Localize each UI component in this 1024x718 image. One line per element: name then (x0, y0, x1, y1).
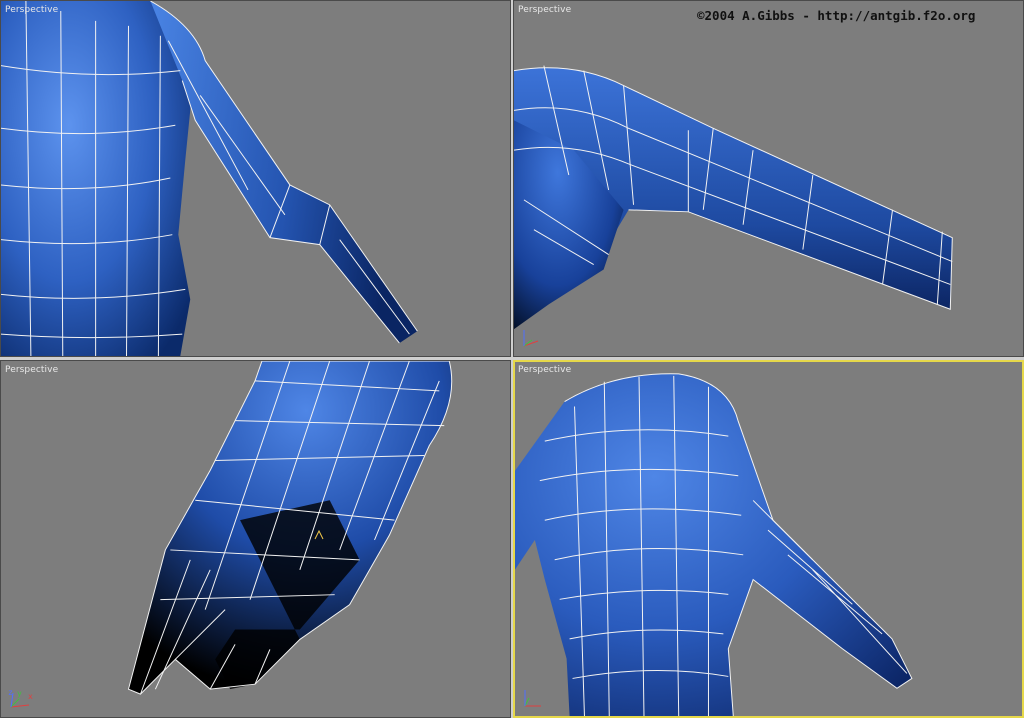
mesh-back-view[interactable] (515, 362, 1022, 716)
axis-x-label: x (28, 692, 33, 701)
mesh-top-down-body[interactable] (1, 361, 510, 717)
viewport-label[interactable]: Perspective (518, 5, 571, 15)
viewport-bottom-right-active[interactable]: Perspective (513, 360, 1024, 718)
mesh-shoulder-arm[interactable] (514, 1, 1023, 356)
viewport-layout: ©2004 A.Gibbs - http://antgib.f2o.org Pe… (0, 0, 1024, 718)
viewport-top-left[interactable]: Perspective (0, 0, 511, 357)
viewport-label[interactable]: Perspective (518, 365, 571, 375)
viewport-label[interactable]: Perspective (5, 365, 58, 375)
mesh-torso-arm[interactable] (1, 1, 510, 356)
axis-z-label: z (8, 688, 13, 697)
viewport-label[interactable]: Perspective (5, 5, 58, 15)
viewport-bottom-left[interactable]: Perspective x y z (0, 360, 511, 718)
axis-gizmo (524, 690, 541, 707)
viewport-top-right[interactable]: Perspective (513, 0, 1024, 357)
pivot-icon (314, 529, 324, 540)
axis-gizmo: x y z (8, 688, 33, 708)
watermark-text: ©2004 A.Gibbs - http://antgib.f2o.org (697, 8, 976, 23)
axis-gizmo (523, 330, 539, 347)
axis-y-label: y (17, 689, 22, 698)
